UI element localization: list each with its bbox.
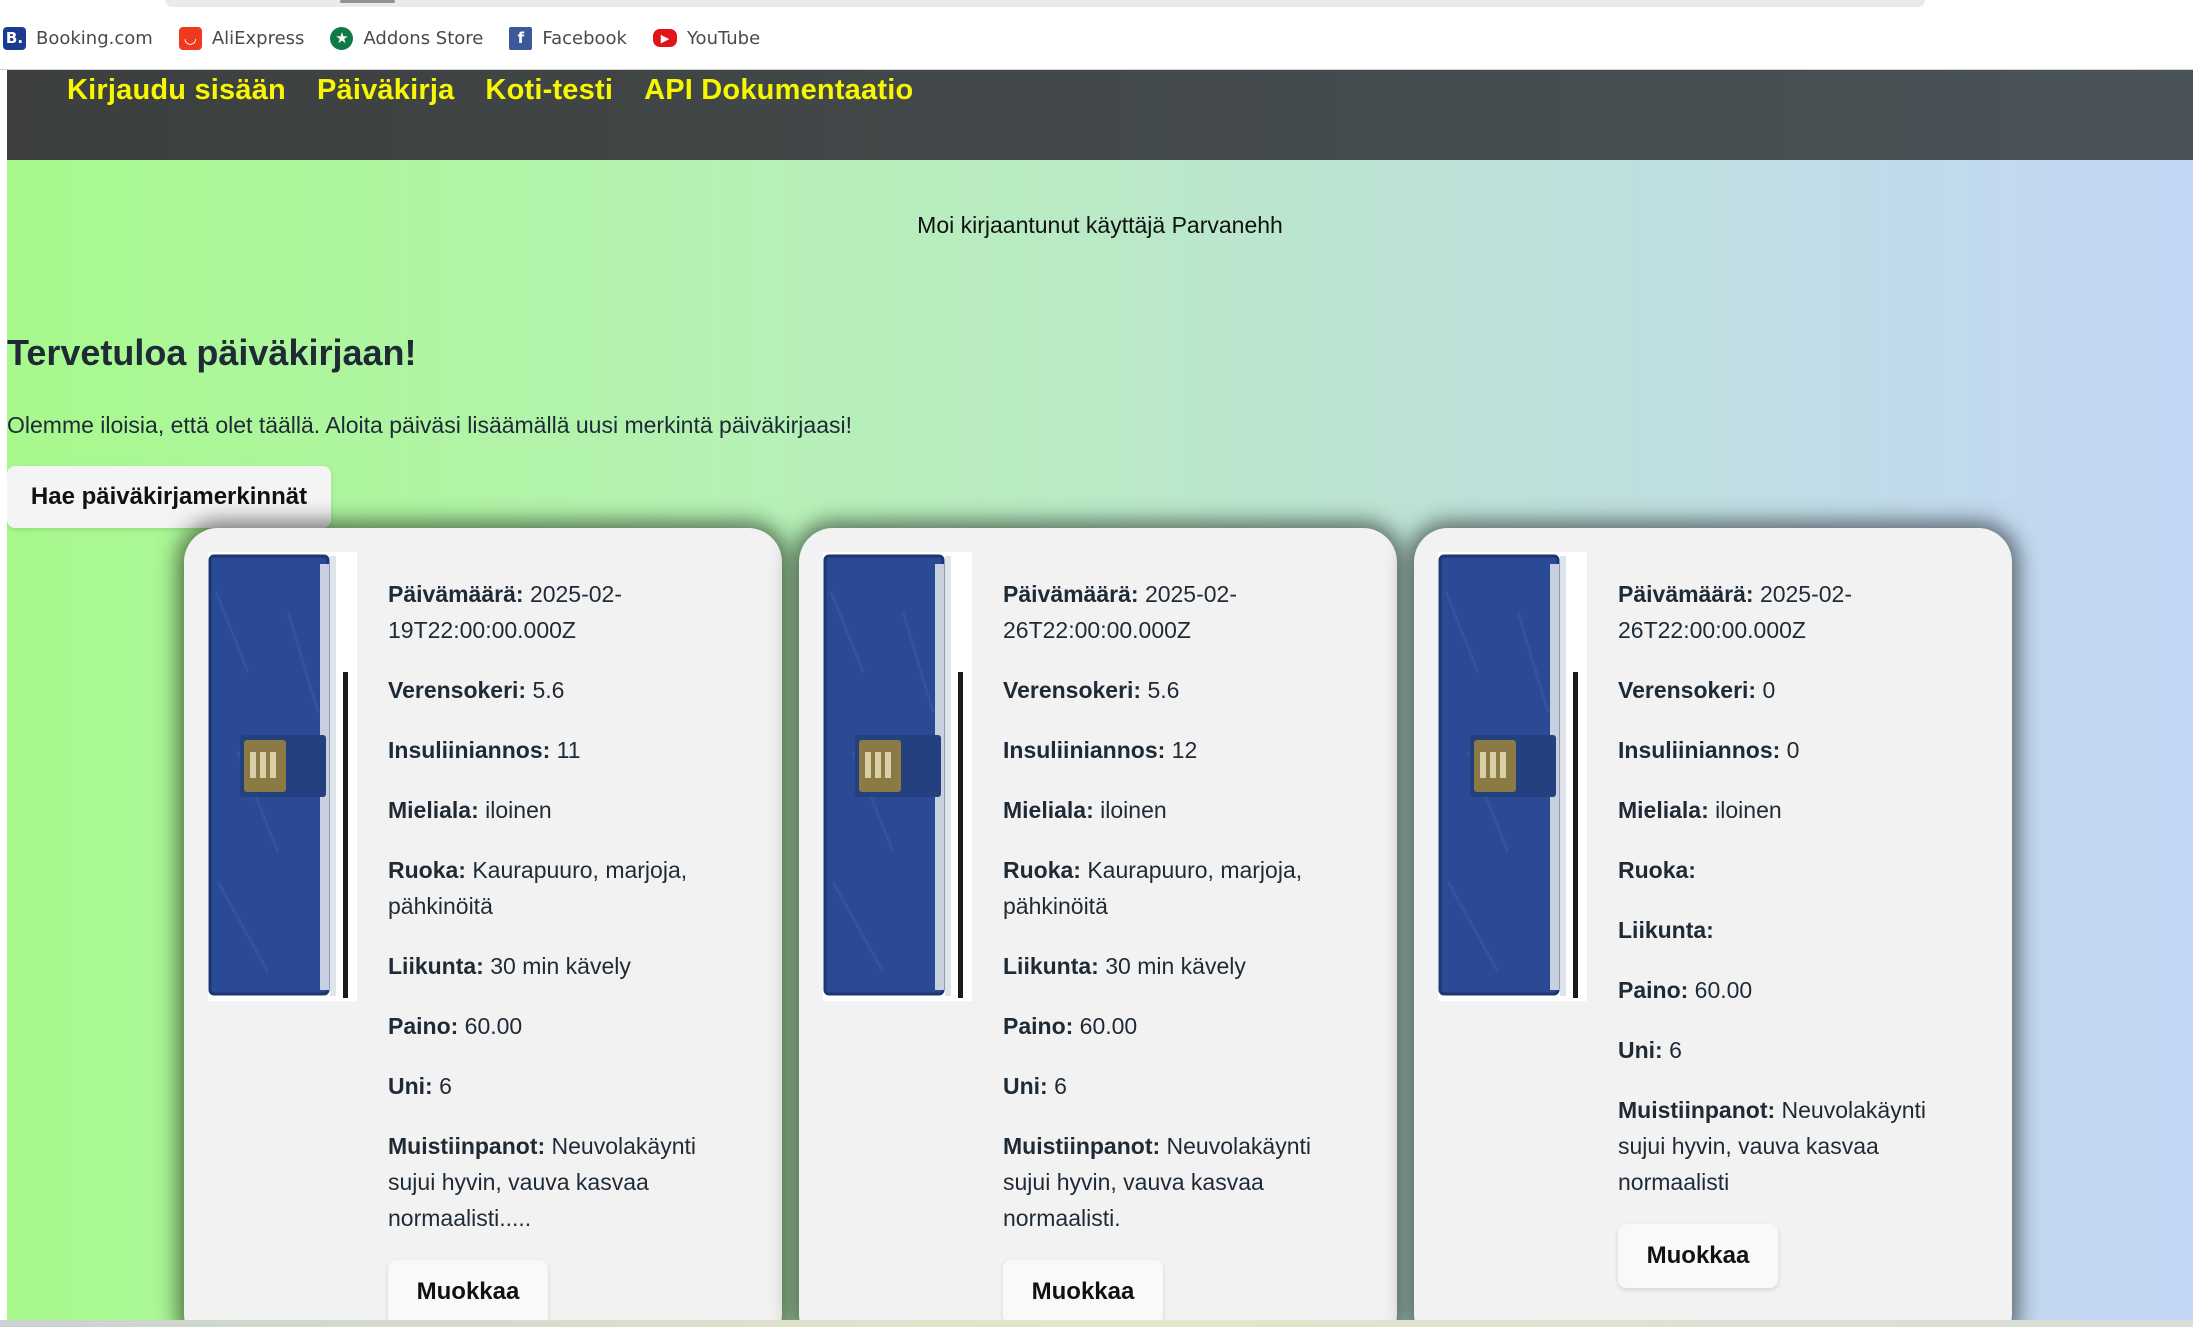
entry-food: Ruoka: [1618, 857, 1696, 883]
bookmark-facebook[interactable]: f Facebook [509, 26, 627, 50]
window-bottom-edge [0, 1320, 2193, 1327]
entry-food: Ruoka: Kaurapuuro, marjoja, pähkinöitä [388, 857, 688, 919]
entry-weight: Paino: 60.00 [1003, 1013, 1138, 1039]
address-bar[interactable] [165, 0, 1925, 7]
entry-blood-sugar: Verensokeri: 0 [1618, 677, 1776, 703]
entry-food: Ruoka: Kaurapuuro, marjoja, pähkinöitä [1003, 857, 1303, 919]
edit-entry-button[interactable]: Muokkaa [1618, 1224, 1778, 1288]
browser-chrome: B. Booking.com ◡ AliExpress ★ Addons Sto… [0, 0, 2193, 70]
tab-handle [340, 0, 395, 3]
entry-date: Päivämäärä: 2025-02-19T22:00:00.000Z [388, 581, 623, 643]
intro-text: Olemme iloisia, että olet täällä. Aloita… [7, 412, 852, 438]
bookmark-addons-store[interactable]: ★ Addons Store [330, 26, 484, 50]
diary-entry-card: Päivämäärä: 2025-02-26T22:00:00.000Z Ver… [799, 528, 1397, 1320]
youtube-icon: ▶ [652, 29, 677, 47]
bookmark-label: Facebook [542, 27, 627, 49]
edit-entry-button[interactable]: Muokkaa [1003, 1260, 1163, 1320]
nav-link-api-docs[interactable]: API Dokumentaatio [644, 74, 913, 107]
entry-details: Päivämäärä: 2025-02-19T22:00:00.000Z Ver… [388, 576, 748, 1320]
entry-mood: Mieliala: iloinen [388, 797, 552, 823]
bookmark-booking[interactable]: B. Booking.com [0, 26, 153, 50]
edit-entry-button[interactable]: Muokkaa [388, 1260, 548, 1320]
entry-mood: Mieliala: iloinen [1003, 797, 1167, 823]
entry-date: Päivämäärä: 2025-02-26T22:00:00.000Z [1003, 581, 1238, 643]
notebook-image [208, 552, 357, 1001]
entry-blood-sugar: Verensokeri: 5.6 [388, 677, 565, 703]
entry-sleep: Uni: 6 [1003, 1073, 1067, 1099]
page: Kirjaudu sisään Päiväkirja Koti-testi AP… [7, 70, 2193, 1320]
entry-details: Päivämäärä: 2025-02-26T22:00:00.000Z Ver… [1618, 576, 1978, 1288]
user-greeting: Moi kirjaantunut käyttäjä Parvanehh [917, 212, 1283, 238]
booking-icon: B. [3, 26, 26, 50]
entry-weight: Paino: 60.00 [388, 1013, 523, 1039]
nav-link-login[interactable]: Kirjaudu sisään [67, 74, 286, 107]
entry-date: Päivämäärä: 2025-02-26T22:00:00.000Z [1618, 581, 1853, 643]
notebook-image [823, 552, 972, 1001]
bookmark-label: Booking.com [36, 27, 153, 49]
entry-insulin: Insuliiniannos: 0 [1618, 737, 1800, 763]
entry-notes: Muistiinpanot: Neuvolakäynti sujui hyvin… [388, 1133, 696, 1231]
navbar: Kirjaudu sisään Päiväkirja Koti-testi AP… [7, 70, 2193, 160]
entry-blood-sugar: Verensokeri: 5.6 [1003, 677, 1180, 703]
entry-exercise: Liikunta: 30 min kävely [1003, 953, 1246, 979]
fetch-entries-button[interactable]: Hae päiväkirjamerkinnät [7, 466, 331, 528]
entry-mood: Mieliala: iloinen [1618, 797, 1782, 823]
addons-store-icon: ★ [330, 26, 354, 50]
nav-links: Kirjaudu sisään Päiväkirja Koti-testi AP… [67, 74, 944, 107]
entry-notes: Muistiinpanot: Neuvolakäynti sujui hyvin… [1618, 1097, 1926, 1195]
bookmark-label: Addons Store [363, 27, 484, 49]
bookmarks-bar: B. Booking.com ◡ AliExpress ★ Addons Sto… [0, 22, 786, 54]
notebook-image [1438, 552, 1587, 1001]
page-title: Tervetuloa päiväkirjaan! [7, 332, 417, 373]
entry-details: Päivämäärä: 2025-02-26T22:00:00.000Z Ver… [1003, 576, 1363, 1320]
aliexpress-icon: ◡ [178, 26, 202, 50]
diary-entry-card: Päivämäärä: 2025-02-26T22:00:00.000Z Ver… [1414, 528, 2012, 1320]
bookmark-aliexpress[interactable]: ◡ AliExpress [178, 26, 305, 50]
entry-exercise: Liikunta: [1618, 917, 1714, 943]
facebook-icon: f [509, 26, 533, 50]
entry-notes: Muistiinpanot: Neuvolakäynti sujui hyvin… [1003, 1133, 1311, 1231]
entry-exercise: Liikunta: 30 min kävely [388, 953, 631, 979]
nav-link-diary[interactable]: Päiväkirja [317, 74, 454, 107]
bookmark-label: AliExpress [211, 27, 305, 49]
entry-insulin: Insuliiniannos: 11 [388, 737, 581, 763]
nav-link-home-test[interactable]: Koti-testi [485, 74, 613, 107]
diary-entry-card: Päivämäärä: 2025-02-19T22:00:00.000Z Ver… [184, 528, 782, 1320]
entry-weight: Paino: 60.00 [1618, 977, 1753, 1003]
entry-sleep: Uni: 6 [1618, 1037, 1682, 1063]
entry-sleep: Uni: 6 [388, 1073, 452, 1099]
bookmark-youtube[interactable]: ▶ YouTube [652, 27, 761, 49]
bookmark-label: YouTube [686, 27, 761, 49]
entry-insulin: Insuliiniannos: 12 [1003, 737, 1198, 763]
